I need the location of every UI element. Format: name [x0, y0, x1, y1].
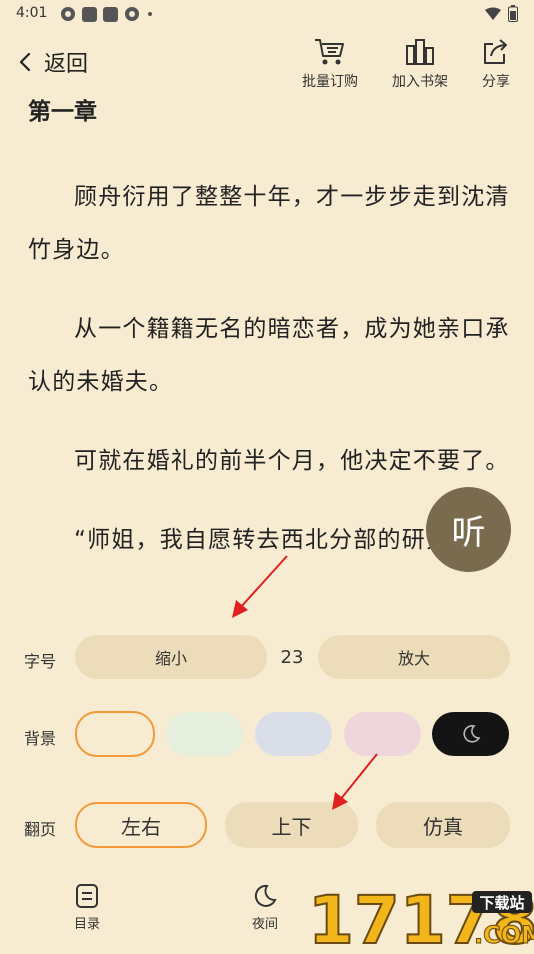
share-icon: [484, 39, 507, 64]
page-turn-simulation-option[interactable]: 仿真: [376, 802, 510, 848]
add-to-bookshelf-button[interactable]: 加入书架: [384, 36, 456, 91]
app-notification-icon: [103, 6, 118, 22]
toc-label: 目录: [74, 917, 101, 932]
table-of-contents-button[interactable]: 目录: [74, 883, 100, 932]
back-label: 返回: [44, 52, 89, 77]
background-swatch-green[interactable]: [166, 712, 243, 756]
font-increase-button[interactable]: 放大: [318, 635, 510, 679]
add-to-bookshelf-label: 加入书架: [392, 74, 448, 90]
wifi-icon: [485, 7, 501, 20]
chevron-left-icon: [19, 52, 31, 72]
page-turn-vertical-option[interactable]: 上下: [225, 802, 358, 848]
page-turn-label: 翻页: [24, 820, 57, 839]
paragraph: 从一个籍籍无名的暗恋者，成为她亲口承认的未婚夫。: [28, 316, 510, 395]
listen-button[interactable]: 听: [426, 487, 511, 572]
font-decrease-button[interactable]: 缩小: [75, 635, 267, 679]
font-size-value: 23: [280, 647, 304, 668]
chapter-title: 第一章: [28, 99, 97, 125]
watermark-sub: 下载站: [479, 894, 524, 912]
notification-icons: [60, 6, 152, 22]
app-notification-icon: [125, 7, 139, 21]
moon-icon: [254, 884, 277, 907]
more-notifications-dot: [148, 12, 152, 16]
toc-icon: [76, 884, 98, 908]
background-swatch-beige[interactable]: [75, 711, 155, 757]
watermark-domain: .COM: [474, 921, 534, 949]
paragraph: 可就在婚礼的前半个月，他决定不要了。: [74, 448, 510, 474]
back-button[interactable]: 返回: [18, 46, 88, 78]
system-icons: [484, 5, 518, 22]
batch-purchase-label: 批量订购: [302, 74, 358, 90]
background-swatch-night[interactable]: [432, 712, 509, 756]
status-bar: 4:01: [0, 0, 534, 28]
reader-toolbar: 返回 批量订购 加入书架 分享: [0, 28, 534, 98]
night-mode-button[interactable]: 夜间: [252, 883, 278, 932]
background-swatch-blue[interactable]: [255, 712, 332, 756]
app-notification-icon: [82, 6, 97, 22]
shopping-cart-icon: [315, 39, 344, 65]
battery-icon: [508, 5, 518, 22]
share-label: 分享: [482, 74, 510, 90]
site-watermark: 17178 下载站 .COM: [307, 881, 534, 954]
paragraph: 顾舟衍用了整整十年，才一步步走到沈清竹身边。: [28, 184, 510, 263]
bookshelf-icon: [406, 39, 434, 65]
page-turn-horizontal-option[interactable]: 左右: [75, 802, 207, 848]
background-label: 背景: [24, 729, 57, 748]
font-size-label: 字号: [24, 652, 57, 671]
status-time: 4:01: [16, 5, 48, 21]
batch-purchase-button[interactable]: 批量订购: [294, 36, 366, 91]
share-button[interactable]: 分享: [460, 36, 532, 91]
app-notification-icon: [61, 7, 75, 21]
night-mode-label: 夜间: [252, 917, 279, 932]
background-swatch-pink[interactable]: [344, 712, 421, 756]
moon-icon: [462, 725, 480, 743]
